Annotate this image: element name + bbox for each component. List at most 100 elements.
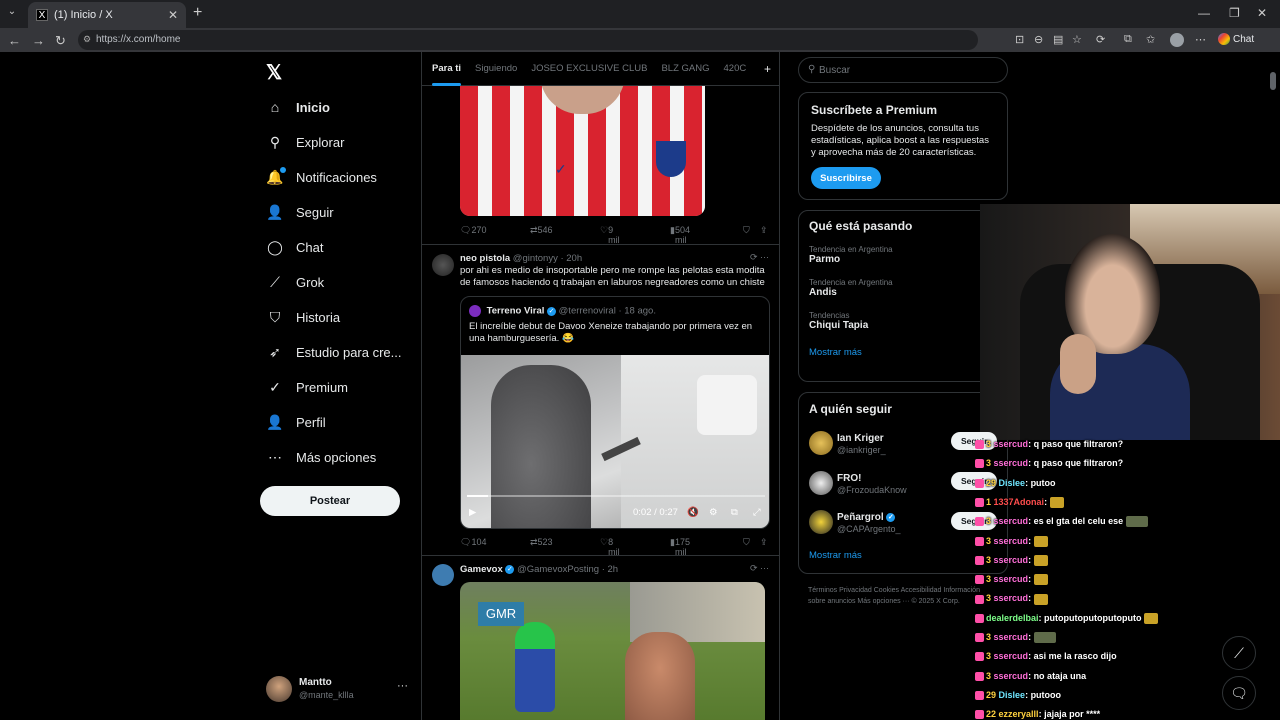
author-name[interactable]: neo pistola — [460, 253, 510, 264]
nav-item-más-opciones[interactable]: ⋯ Más opciones — [266, 447, 376, 467]
views-button[interactable]: ▮ 175 mil — [670, 537, 690, 557]
nav-item-premium[interactable]: ✓ Premium — [266, 377, 348, 397]
search-input[interactable]: ⚲ Buscar — [798, 57, 1008, 83]
maximize-icon[interactable]: ❐ — [1229, 6, 1240, 20]
play-icon[interactable]: ▶ — [469, 507, 476, 518]
subscribe-button[interactable]: Suscribirse — [811, 167, 881, 189]
more-icon[interactable]: ··· — [397, 680, 408, 692]
trend-item[interactable]: Tendencia en Argentina Andis — [809, 278, 997, 298]
verified-icon: ✓ — [886, 512, 896, 522]
nav-item-explorar[interactable]: ⚲ Explorar — [266, 132, 345, 152]
messages-floating-button[interactable]: 🗨 — [1222, 676, 1256, 710]
reply-button[interactable]: 🗨 270 — [460, 225, 486, 236]
url-field[interactable]: ⚙ https://x.com/home — [78, 30, 978, 50]
copilot-chat-button[interactable]: Chat — [1218, 33, 1254, 45]
nav-item-inicio[interactable]: ⌂ Inicio — [266, 97, 330, 117]
repost-button[interactable]: ⇄ 523 — [530, 537, 553, 548]
trend-item[interactable]: Tendencia en Argentina Parmo — [809, 245, 997, 265]
tab-search-icon[interactable]: ⌄ — [4, 6, 20, 22]
quote-text: El increíble debut de Davoo Xeneize trab… — [469, 321, 753, 344]
profile-avatar-icon[interactable] — [1170, 33, 1184, 47]
tweet-more-icon[interactable]: ⟳ ··· — [750, 252, 769, 263]
minimize-icon[interactable]: — — [1198, 6, 1210, 20]
browser-tab[interactable]: X (1) Inicio / X ✕ — [28, 2, 186, 28]
add-tab-icon[interactable]: + — [764, 62, 771, 76]
video-player[interactable]: ▶ 0:02 / 0:27 🔇 ⚙ ⧉ ⤢ — [461, 355, 769, 528]
chat-icon: ◯ — [267, 238, 283, 255]
pip-icon[interactable]: ⧉ — [731, 507, 738, 518]
footer-links[interactable]: Términos Privacidad Cookies Accesibilida… — [808, 585, 988, 607]
tab-420c[interactable]: 420C — [724, 52, 747, 86]
site-info-icon[interactable]: ⚙ — [83, 34, 91, 45]
reading-icon[interactable]: ▤ — [1053, 33, 1063, 46]
author-handle[interactable]: @GamevoxPosting — [517, 564, 599, 575]
extension-icon[interactable]: ⧉ — [1124, 33, 1132, 46]
menu-icon[interactable]: ⋯ — [1195, 33, 1206, 46]
show-more-follow-link[interactable]: Mostrar más — [809, 550, 862, 561]
close-tab-icon[interactable]: ✕ — [168, 8, 178, 22]
reload-icon[interactable]: ↻ — [55, 33, 66, 49]
tab-para-ti[interactable]: Para ti — [432, 52, 462, 86]
favorite-icon[interactable]: ☆ — [1072, 33, 1082, 46]
emote-icon — [1033, 632, 1056, 644]
views-count: 175 mil — [674, 537, 690, 557]
fullscreen-icon[interactable]: ⤢ — [753, 507, 761, 518]
avatar[interactable] — [432, 564, 454, 586]
like-button[interactable]: ♡ 8 mil — [600, 537, 620, 557]
quoted-tweet[interactable]: Terreno Viral ✓ @terrenoviral · 18 ago. … — [460, 296, 770, 529]
chat-message: 3 ssercud: q paso que filtraron? — [975, 439, 1123, 450]
sub-badge-icon — [975, 555, 984, 565]
zoom-icon[interactable]: ⊖ — [1034, 33, 1043, 46]
tab-blz-gang[interactable]: BLZ GANG — [661, 52, 709, 86]
trend-item[interactable]: Tendencias Chiqui Tapia — [809, 311, 997, 331]
settings-icon[interactable]: ⚙ — [709, 507, 718, 518]
suggestion-name-text: Peñargrol — [837, 512, 884, 523]
tweet-image[interactable]: GMR — [460, 582, 765, 720]
reply-button[interactable]: 🗨 104 — [460, 537, 486, 548]
author-name[interactable]: Gamevox — [460, 564, 503, 575]
nav-item-notificaciones[interactable]: 🔔 Notificaciones — [266, 166, 377, 187]
scrollbar[interactable] — [1270, 72, 1276, 90]
views-button[interactable]: ▮ 504 mil — [670, 225, 690, 245]
avatar[interactable] — [432, 254, 454, 276]
nav-item-label: Estudio para cre... — [296, 344, 402, 360]
grok-floating-button[interactable]: ⟋ — [1222, 636, 1256, 670]
show-more-trends-link[interactable]: Mostrar más — [809, 347, 997, 358]
nav-item-chat[interactable]: ◯ Chat — [266, 237, 323, 257]
chat-badge-count: 3 — [986, 458, 992, 469]
repost-count: 523 — [537, 537, 553, 547]
mute-icon[interactable]: 🔇 — [687, 507, 699, 518]
tweet-image[interactable]: ✓ — [460, 86, 705, 216]
like-button[interactable]: ♡ 9 mil — [600, 225, 620, 245]
close-window-icon[interactable]: ✕ — [1257, 6, 1267, 20]
install-app-icon[interactable]: ⊡ — [1015, 33, 1024, 46]
tweet-time[interactable]: · 2h — [602, 564, 618, 575]
home-icon: ⌂ — [270, 99, 280, 115]
nav-item-historia[interactable]: ⛉ Historia — [266, 307, 340, 327]
refresh-extension-icon[interactable]: ⟳ — [1096, 33, 1105, 46]
repost-button[interactable]: ⇄ 546 — [530, 225, 553, 236]
video-progress-bar[interactable] — [467, 495, 765, 497]
share-icon[interactable]: ⇪ — [760, 225, 768, 236]
nav-item-seguir[interactable]: 👤 Seguir — [266, 202, 333, 222]
tab-joseo-exclusive-club[interactable]: JOSEO EXCLUSIVE CLUB — [531, 52, 647, 86]
bookmark-icon[interactable]: ⛉ — [743, 537, 750, 548]
tweet-time[interactable]: · 20h — [560, 253, 582, 264]
nav-item-grok[interactable]: ⟋ Grok — [266, 272, 324, 292]
x-logo-icon[interactable]: 𝕏 — [266, 60, 282, 85]
brand-logo-icon: ✓ — [555, 161, 567, 177]
back-icon[interactable]: ← — [8, 33, 21, 48]
post-button[interactable]: Postear — [260, 486, 400, 516]
forward-icon[interactable]: → — [32, 33, 45, 48]
bookmark-icon[interactable]: ⛉ — [743, 225, 750, 236]
nav-item-perfil[interactable]: 👤 Perfil — [266, 412, 325, 432]
new-tab-icon[interactable]: + — [193, 4, 202, 22]
share-icon[interactable]: ⇪ — [760, 537, 768, 548]
tweet-more-icon[interactable]: ⟳ ··· — [750, 563, 769, 574]
account-switcher[interactable]: Mantto @mante_kllla ··· — [266, 674, 412, 704]
tab-siguiendo[interactable]: Siguiendo — [475, 52, 517, 86]
nav-item-estudio-para-cre[interactable]: ➶ Estudio para cre... — [266, 342, 402, 362]
nav-item-label: Explorar — [296, 134, 345, 150]
author-handle[interactable]: @gintonyy — [513, 253, 558, 264]
collections-icon[interactable]: ✩ — [1146, 33, 1155, 46]
